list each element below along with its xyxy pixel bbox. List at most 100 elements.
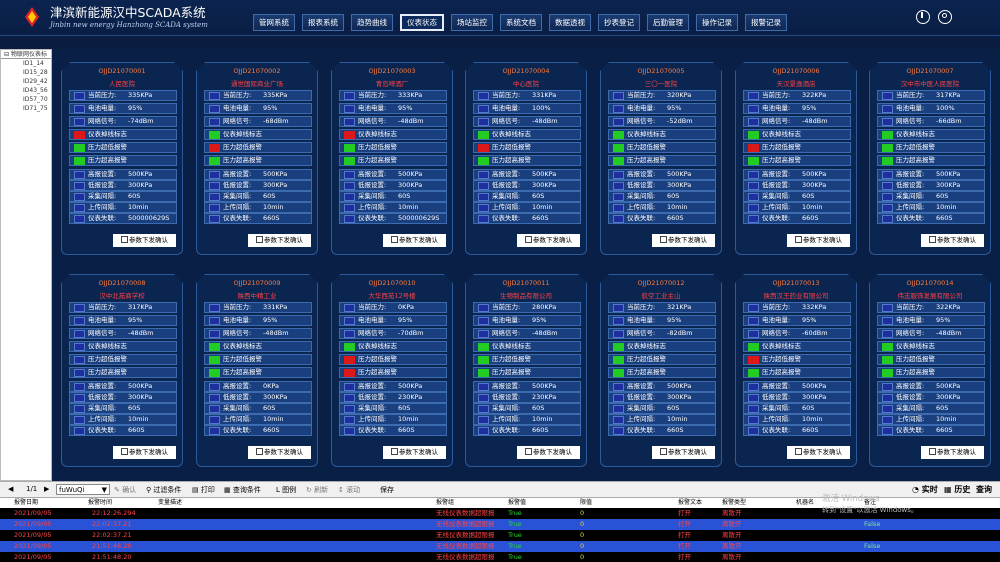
confirm-checkbox[interactable]: 参数下发确认 (517, 446, 580, 459)
checkbox-box[interactable] (929, 236, 936, 243)
field-label: 网络信号: (223, 117, 252, 125)
nav-button-5[interactable]: 系统文档 (500, 14, 542, 31)
tree-item[interactable]: ID71_75 (1, 104, 51, 113)
confirm-checkbox[interactable]: 参数下发确认 (652, 446, 715, 459)
nav-button-10[interactable]: 报警记录 (745, 14, 787, 31)
history-button[interactable]: ▦ 历史 (944, 484, 970, 495)
field-value: 10min (802, 203, 823, 211)
column-header[interactable]: 报警文本 (678, 498, 702, 508)
field-marker (344, 317, 355, 325)
confirm-checkbox[interactable]: 参数下发确认 (517, 234, 580, 247)
confirm-checkbox[interactable]: 参数下发确认 (787, 446, 850, 459)
confirm-checkbox[interactable]: 参数下发确认 (248, 234, 311, 247)
checkbox-box[interactable] (795, 448, 802, 455)
realtime-button[interactable]: ◔ 实时 (912, 484, 938, 495)
nav-button-8[interactable]: 后勤管理 (647, 14, 689, 31)
meter-field-row: 仪表掉线标志 (204, 129, 312, 140)
power-icon[interactable] (916, 10, 930, 24)
checkbox-box[interactable] (121, 236, 128, 243)
checkbox-box[interactable] (525, 448, 532, 455)
field-label: 仪表失联: (492, 214, 521, 222)
nav-button-7[interactable]: 抄表登记 (598, 14, 640, 31)
checkbox-box[interactable] (795, 236, 802, 243)
checkbox-box[interactable] (525, 236, 532, 243)
confirm-checkbox[interactable]: 参数下发确认 (248, 446, 311, 459)
checkbox-box[interactable] (256, 236, 263, 243)
column-header[interactable]: 报警类型 (722, 498, 746, 508)
confirm-checkbox[interactable]: 参数下发确认 (113, 446, 176, 459)
table-row[interactable]: 2021/09/05 22:02:37.21 无线仪表数据超限报 True 0 打开 离散开… (0, 519, 1000, 530)
nav-button-0[interactable]: 管网系统 (253, 14, 295, 31)
nav-button-6[interactable]: 数据透视 (549, 14, 591, 31)
checkbox-box[interactable] (391, 236, 398, 243)
nav-button-3[interactable]: 仪表状态 (400, 14, 444, 31)
confirm-checkbox[interactable]: 参数下发确认 (383, 234, 446, 247)
query-condition-button[interactable]: ▦ 查询条件 (224, 485, 261, 495)
confirm-label: 参数下发确认 (264, 448, 303, 456)
scroll-button[interactable]: ↕ 滚动 (338, 485, 360, 495)
field-value: 660S (936, 426, 953, 434)
top-nav: 管网系统 报表系统 趋势曲线 仪表状态 场站监控 系统文档 数据透视 抄表登记 后勤管理 操作记录… (253, 14, 787, 31)
confirm-label: 参数下发确认 (668, 236, 707, 244)
field-marker (74, 383, 85, 391)
tree-root[interactable]: ⊟ 物联网仪表标 (1, 50, 51, 59)
next-page-button[interactable]: ▶ (44, 485, 49, 493)
column-header[interactable]: 报警组 (436, 498, 454, 508)
checkbox-box[interactable] (121, 448, 128, 455)
field-marker (74, 193, 85, 201)
table-row[interactable]: 2021/09/05 21:51:48.20 无线仪表数据超限报 True 0 打开 离散开 (0, 552, 1000, 562)
tree-item[interactable]: ID29_42 (1, 77, 51, 86)
table-row[interactable]: 2021/09/05 21:51:48.20 无线仪表数据超限报 True 0 打开 离散开… (0, 541, 1000, 552)
status-indicator (344, 356, 355, 364)
confirm-checkbox[interactable]: 参数下发确认 (921, 234, 984, 247)
user-select[interactable]: fuWuQi ▼ (56, 484, 110, 495)
confirm-checkbox[interactable]: 参数下发确认 (921, 446, 984, 459)
nav-button-9[interactable]: 操作记录 (696, 14, 738, 31)
meter-field-row: 上传间隔: 10min (743, 202, 851, 213)
checkbox-box[interactable] (660, 448, 667, 455)
column-header[interactable]: 报警时间 (88, 498, 112, 508)
confirm-checkbox[interactable]: 参数下发确认 (652, 234, 715, 247)
field-label: 仪表掉线标志 (223, 130, 262, 138)
field-marker (613, 118, 624, 126)
table-cell: 离散开 (722, 553, 742, 561)
tree-item[interactable]: ID57_70 (1, 95, 51, 104)
column-header[interactable]: 报警值 (508, 498, 526, 508)
column-header[interactable]: 机器名 (796, 498, 814, 508)
nav-button-1[interactable]: 报表系统 (302, 14, 344, 31)
checkbox-box[interactable] (660, 236, 667, 243)
filter-button[interactable]: ⚲ 过滤条件 (146, 485, 181, 495)
field-marker (344, 215, 355, 223)
checkbox-box[interactable] (929, 448, 936, 455)
search-button[interactable]: 查询 (976, 484, 992, 495)
confirm-checkbox[interactable]: 参数下发确认 (787, 234, 850, 247)
nav-button-2[interactable]: 趋势曲线 (351, 14, 393, 31)
confirm-checkbox[interactable]: 参数下发确认 (113, 234, 176, 247)
confirm-checkbox[interactable]: 参数下发确认 (383, 446, 446, 459)
tree-item[interactable]: ID1_14 (1, 59, 51, 68)
checkbox-box[interactable] (391, 448, 398, 455)
confirm-label: 参数下发确认 (803, 448, 842, 456)
field-marker (209, 304, 220, 312)
table-row[interactable]: 2021/09/05 22:02:37.21 无线仪表数据超限报 True 0 打开 离散开 (0, 530, 1000, 541)
field-label: 电池电量: (223, 104, 252, 112)
tree-item[interactable]: ID15_28 (1, 68, 51, 77)
confirm-button[interactable]: ✎ 确认 (114, 485, 136, 495)
column-header[interactable]: 报警日期 (14, 498, 38, 508)
user-icon[interactable] (938, 10, 952, 24)
save-button[interactable]: 保存 (380, 485, 394, 495)
field-value: 500KPa (263, 170, 288, 178)
prev-page-button[interactable]: ◀ (8, 485, 13, 493)
nav-button-4[interactable]: 场站监控 (451, 14, 493, 31)
checkbox-box[interactable] (256, 448, 263, 455)
refresh-button[interactable]: ↻ 刷新 (306, 485, 328, 495)
legend-button[interactable]: L 图例 (276, 485, 296, 495)
print-button[interactable]: ▤ 打印 (192, 485, 215, 495)
meter-field-row: 高报设置: 500KPa (877, 169, 985, 180)
meter-field-row: 压力超高报警 (204, 155, 312, 166)
column-header[interactable]: 变量描述 (158, 498, 182, 508)
column-header[interactable]: 限值 (580, 498, 592, 508)
meter-field-row: 电池电量: 100% (473, 103, 581, 114)
tree-item[interactable]: ID43_56 (1, 86, 51, 95)
field-label: 仪表掉线标志 (896, 130, 935, 138)
